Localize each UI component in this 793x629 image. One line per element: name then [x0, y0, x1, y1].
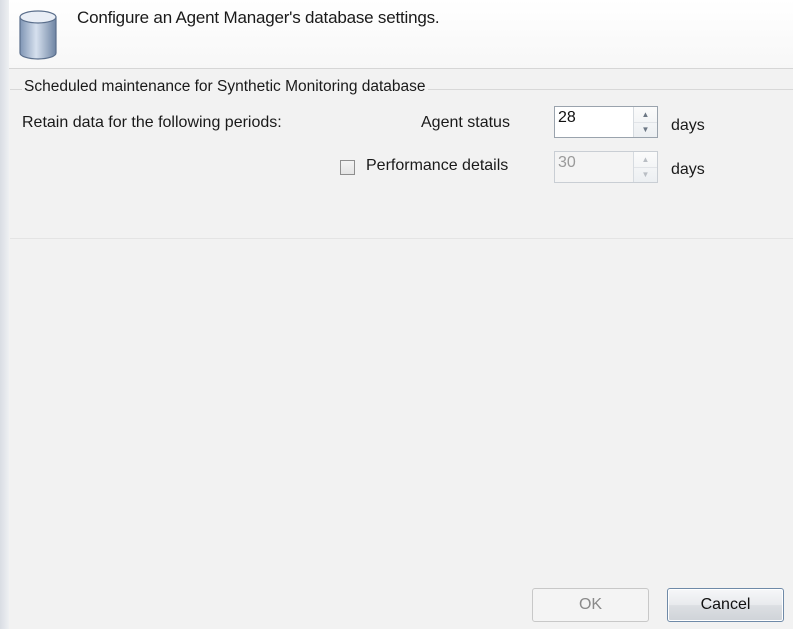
agent-status-label: Agent status	[421, 114, 510, 131]
performance-details-label: Performance details	[366, 157, 509, 174]
window-left-edge	[0, 0, 9, 629]
performance-details-unit: days	[671, 161, 705, 178]
ok-button[interactable]: OK	[532, 588, 649, 622]
agent-status-stepper[interactable]: 28 ▲ ▼	[554, 106, 658, 138]
performance-details-stepper[interactable]: 30 ▲ ▼	[554, 151, 658, 183]
header-title: Configure an Agent Manager's database se…	[77, 8, 440, 27]
spin-down-icon[interactable]: ▼	[634, 122, 657, 137]
dialog-header: Configure an Agent Manager's database se…	[9, 0, 793, 69]
agent-status-unit: days	[671, 117, 705, 134]
performance-details-spin-buttons: ▲ ▼	[633, 152, 657, 182]
spin-down-icon[interactable]: ▼	[634, 167, 657, 182]
retain-label: Retain data for the following periods:	[22, 114, 282, 131]
spin-up-icon[interactable]: ▲	[634, 107, 657, 123]
database-settings-dialog: Configure an Agent Manager's database se…	[0, 0, 793, 629]
group-title: Scheduled maintenance for Synthetic Moni…	[22, 78, 428, 96]
spin-up-icon[interactable]: ▲	[634, 152, 657, 168]
performance-details-value[interactable]: 30	[558, 154, 576, 172]
agent-status-spin-buttons: ▲ ▼	[633, 107, 657, 137]
database-icon	[19, 10, 57, 60]
agent-status-value[interactable]: 28	[558, 109, 576, 127]
cancel-button[interactable]: Cancel	[667, 588, 784, 622]
performance-details-checkbox[interactable]	[340, 160, 355, 175]
